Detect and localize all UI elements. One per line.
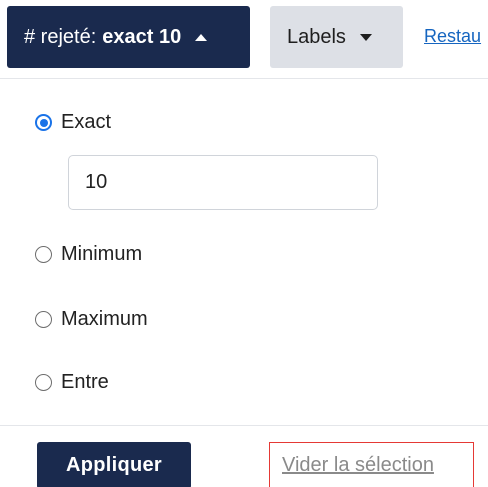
restore-link[interactable]: Restau [424,26,488,47]
clear-selection-link[interactable]: Vider la sélection [269,442,474,487]
option-entre-label: Entre [61,371,109,393]
exact-value-input[interactable] [68,155,378,210]
rejected-count-filter-button[interactable]: # rejeté: exact 10 [7,6,250,68]
option-entre[interactable]: Entre [35,371,109,394]
labels-filter-button[interactable]: Labels [270,6,403,68]
caret-down-icon [359,33,372,41]
option-exact-label: Exact [61,111,112,133]
radio-maximum[interactable] [35,311,52,328]
option-exact[interactable]: Exact [35,111,111,134]
filter-prefix: # rejeté: [24,25,97,48]
radio-entre[interactable] [35,374,52,391]
caret-up-icon [195,33,208,41]
dropdown-panel: Exact Minimum Maximum Entre Appliquer Vi… [0,78,488,487]
filter-dropdown-screen: # rejeté: exact 10 Labels Restau Exact M… [0,0,488,487]
radio-minimum[interactable] [35,246,52,263]
filter-bar: # rejeté: exact 10 Labels Restau [0,0,488,78]
option-maximum-label: Maximum [61,308,148,330]
radio-exact[interactable] [35,114,52,131]
option-minimum-label: Minimum [61,243,143,265]
option-maximum[interactable]: Maximum [35,308,148,331]
apply-button[interactable]: Appliquer [37,442,191,487]
divider [0,425,488,426]
option-minimum[interactable]: Minimum [35,243,142,266]
filter-value: exact 10 [102,25,182,48]
labels-button-label: Labels [287,25,346,48]
